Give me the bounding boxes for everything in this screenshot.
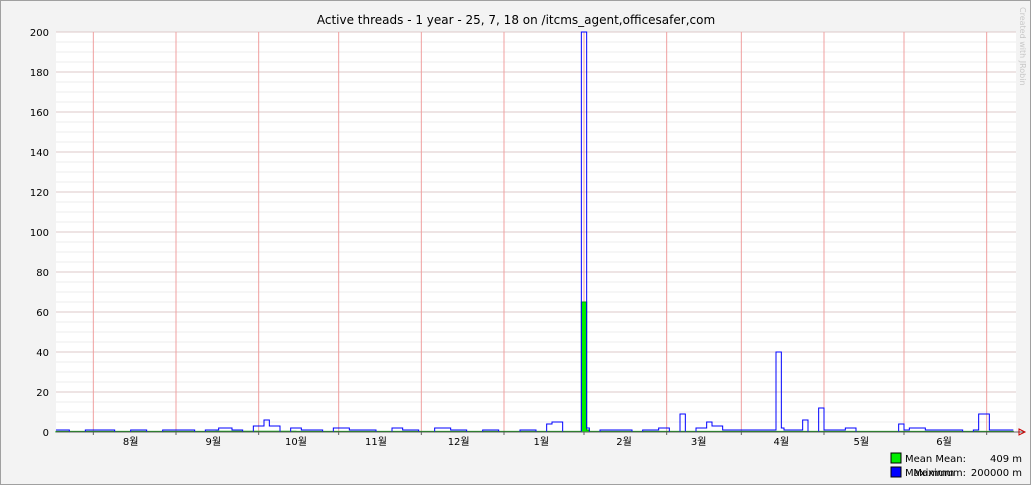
x-tick-label: 9월 [206, 436, 222, 448]
y-tick-label: 0 [43, 428, 49, 439]
x-tick-label: 5월 [854, 436, 870, 448]
x-tick-label: 4월 [774, 436, 790, 448]
x-tick-label: 3월 [691, 436, 707, 448]
y-tick-label: 160 [30, 108, 49, 119]
x-tick-label: 10월 [285, 436, 307, 448]
legend-stat-value: 200000 m [971, 468, 1022, 479]
legend-label: Mean [905, 454, 932, 465]
x-tick-label: 2월 [616, 436, 632, 448]
chart-frame: 0 20 40 60 80 100 120 140 160 180 200 8월 9월 10월 11월 12… [0, 0, 1031, 485]
x-tick-labels: 8월 9월 10월 11월 12월 1월 2월 3월 4월 5월 6월 [92, 432, 988, 448]
legend-stat-label: Maximum: [913, 468, 966, 479]
x-tick-label: 6월 [936, 436, 952, 448]
legend-swatch [890, 466, 902, 478]
chart-canvas: 0 20 40 60 80 100 120 140 160 180 200 8월 9월 10월 11월 12… [30, 7, 1027, 479]
watermark: Created with JRobin [1018, 7, 1027, 86]
y-tick-label: 200 [30, 28, 49, 39]
y-tick-label: 60 [36, 308, 49, 319]
grid [56, 31, 1016, 433]
x-tick-label: 12월 [448, 436, 470, 448]
legend-stat-label: Mean: [935, 454, 966, 465]
y-tick-label: 140 [30, 148, 49, 159]
y-tick-labels: 0 20 40 60 80 100 120 140 160 180 200 [30, 28, 49, 439]
y-tick-label: 40 [36, 348, 49, 359]
y-tick-label: 180 [30, 68, 49, 79]
y-tick-label: 120 [30, 188, 49, 199]
x-tick-label: 11월 [365, 436, 387, 448]
legend-swatch [890, 452, 902, 464]
legend-stat-value: 409 m [990, 454, 1022, 465]
x-tick-label: 8월 [123, 436, 139, 448]
y-tick-label: 80 [36, 268, 49, 279]
y-tick-label: 100 [30, 228, 49, 239]
x-tick-label: 1월 [534, 436, 550, 448]
chart-title: Active threads - 1 year - 25, 7, 18 on /… [317, 13, 715, 27]
legend: Mean Mean: 409 mMaximumMaximum: 200000 m [890, 452, 1022, 479]
y-tick-label: 20 [36, 388, 49, 399]
